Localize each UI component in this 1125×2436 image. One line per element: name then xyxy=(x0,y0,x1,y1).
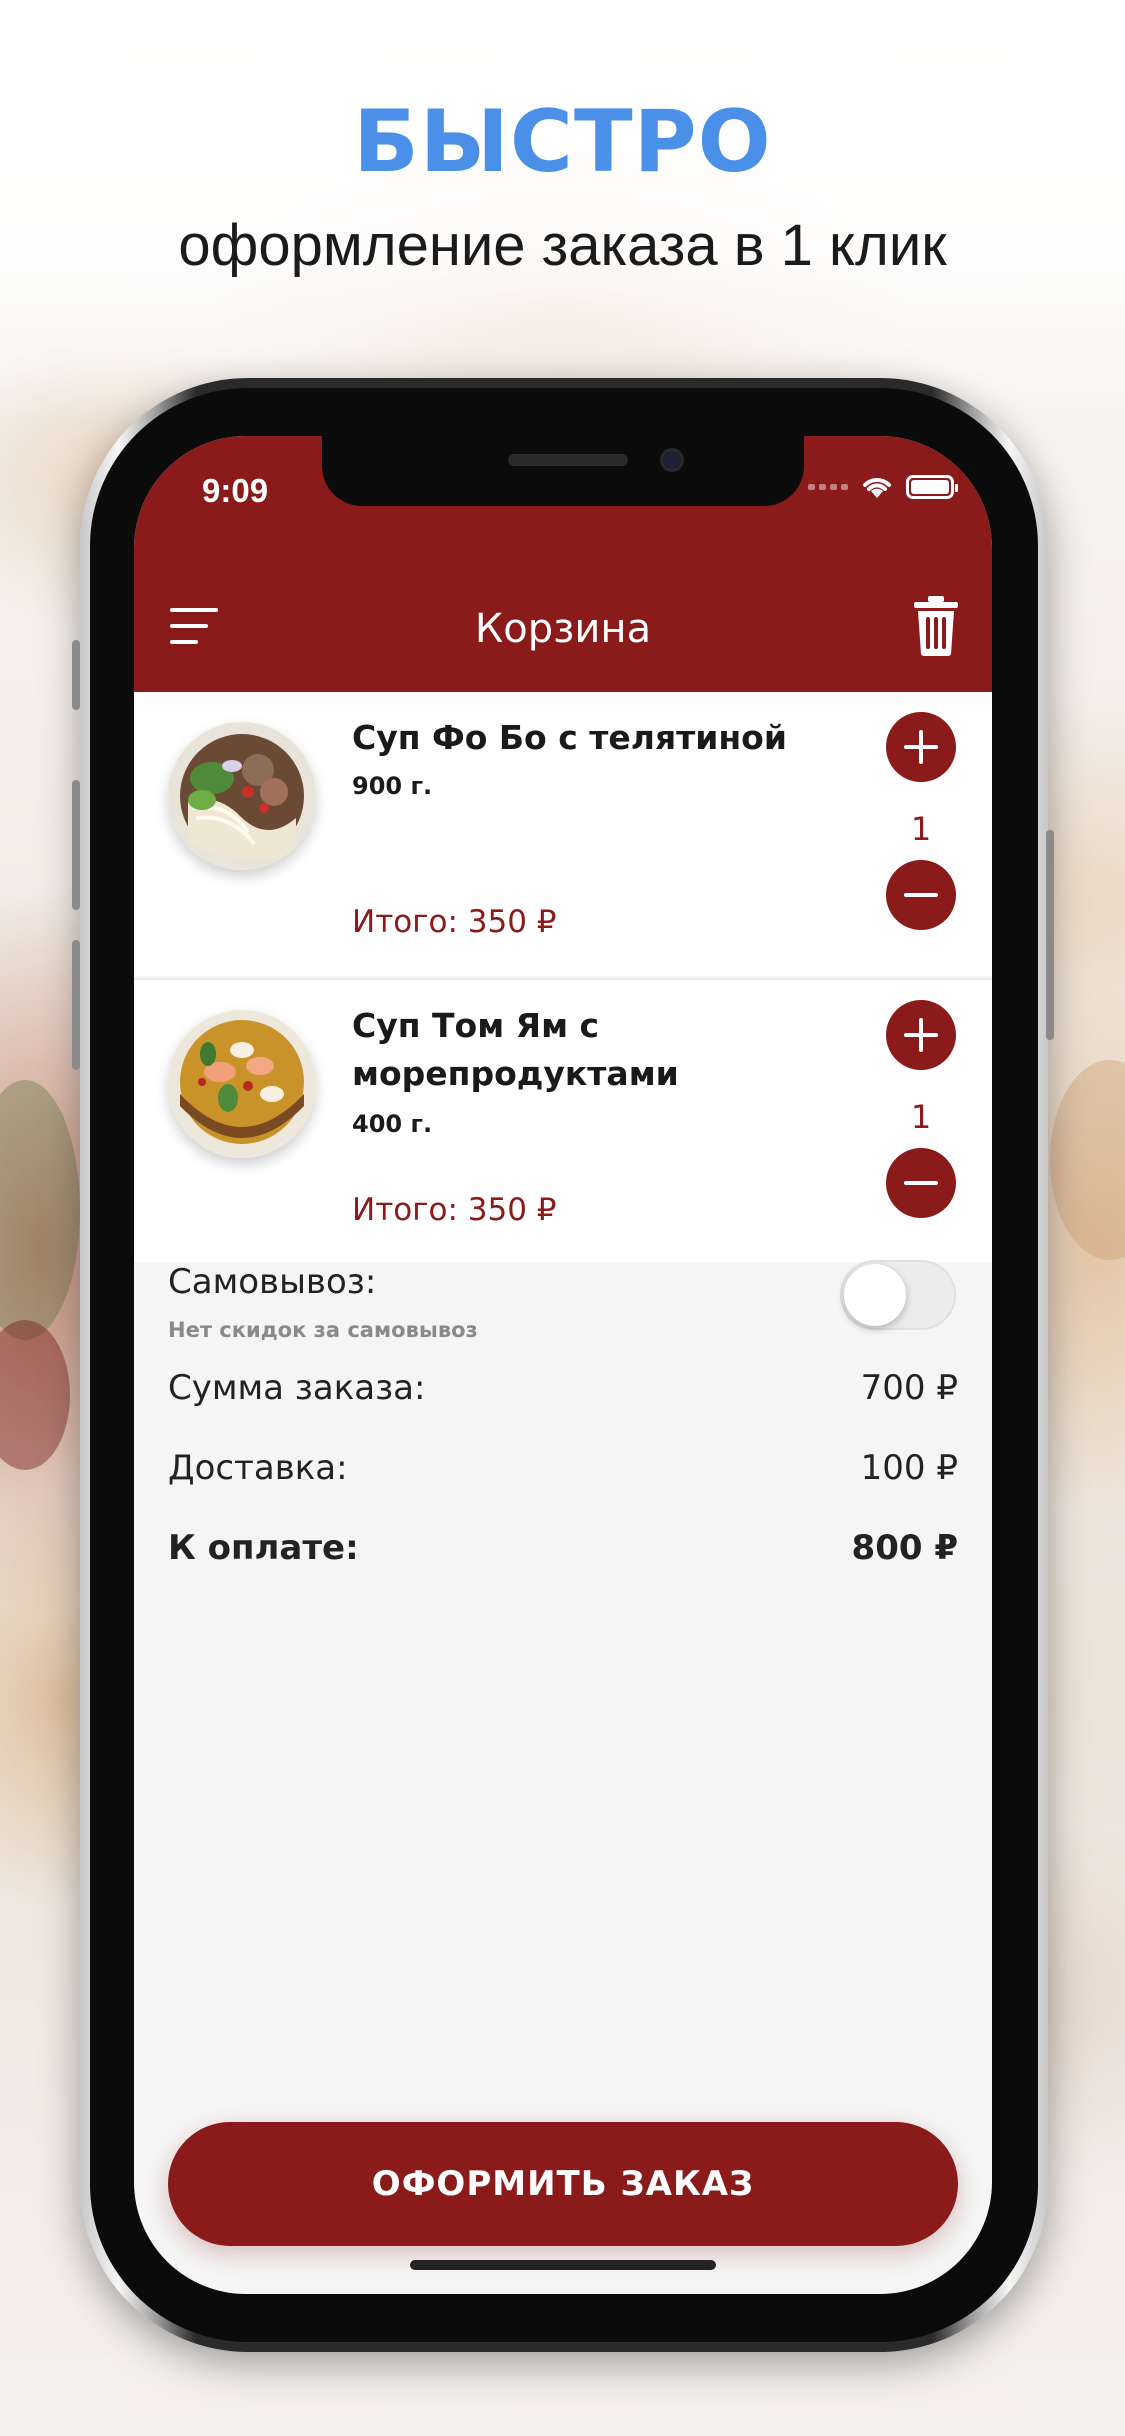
decrease-quantity-button[interactable] xyxy=(886,1148,956,1218)
dish-name: Суп Том Ям с морепродуктами xyxy=(352,1006,679,1093)
promo-subline: оформление заказа в 1 клик xyxy=(178,213,947,278)
pickup-note: Нет скидок за самовывоз xyxy=(168,1318,478,1342)
dish-weight: 400 г. xyxy=(352,1110,433,1138)
delivery-label: Доставка: xyxy=(168,1448,348,1488)
pickup-toggle[interactable] xyxy=(840,1260,956,1330)
phone-volume-up xyxy=(72,780,80,910)
top-fade xyxy=(0,0,1125,420)
order-sum-value: 700 ₽ xyxy=(860,1368,958,1408)
nav-bar: Корзина xyxy=(134,560,992,692)
status-icons xyxy=(808,474,958,500)
cart-item: Суп Том Ям с морепродуктами 400 г. Итого… xyxy=(134,978,992,1262)
dish-weight: 900 г. xyxy=(352,772,433,800)
quantity-value: 1 xyxy=(910,810,932,848)
delivery-row: Доставка: 100 ₽ xyxy=(168,1448,958,1488)
dish-total: Итого: 350 ₽ xyxy=(352,904,557,940)
promo-headline: БЫСТРО xyxy=(353,92,772,192)
to-pay-label: К оплате: xyxy=(168,1528,359,1568)
dish-total: Итого: 350 ₽ xyxy=(352,1192,557,1228)
trash-icon[interactable] xyxy=(908,594,964,658)
phone-mute-switch xyxy=(72,640,80,710)
status-time: 9:09 xyxy=(202,472,269,509)
to-pay-value: 800 ₽ xyxy=(851,1528,958,1568)
order-sum-row: Сумма заказа: 700 ₽ xyxy=(168,1368,958,1408)
home-indicator xyxy=(410,2260,716,2270)
dish-image-tom-yam xyxy=(168,1010,316,1158)
battery-icon xyxy=(906,475,958,499)
pickup-label: Самовывоз: xyxy=(168,1262,377,1302)
decrease-quantity-button[interactable] xyxy=(886,860,956,930)
phone-power-button xyxy=(1046,830,1054,1040)
background-herb xyxy=(0,1080,80,1340)
cellular-signal-icon xyxy=(808,484,848,490)
phone-volume-down xyxy=(72,940,80,1070)
toggle-knob xyxy=(844,1264,906,1326)
cart-item: Суп Фо Бо с телятиной 900 г. Итого: 350 … xyxy=(134,692,992,976)
nav-title: Корзина xyxy=(474,606,652,652)
to-pay-row: К оплате: 800 ₽ xyxy=(168,1528,958,1568)
delivery-value: 100 ₽ xyxy=(860,1448,958,1488)
quantity-value: 1 xyxy=(910,1098,932,1136)
notch xyxy=(322,436,804,506)
dish-name: Суп Фо Бо с телятиной xyxy=(352,718,787,757)
increase-quantity-button[interactable] xyxy=(886,1000,956,1070)
wifi-icon xyxy=(863,478,891,498)
phone-screen: 9:09 Корзина Суп Фо Бо с телятиной 900 г… xyxy=(134,436,992,2294)
dish-image-pho-bo xyxy=(168,722,316,870)
front-camera xyxy=(660,448,684,472)
status-bar: 9:09 xyxy=(134,436,992,560)
speaker-grille xyxy=(508,454,628,466)
background-tomato xyxy=(0,1320,70,1470)
checkout-button[interactable]: ОФОРМИТЬ ЗАКАЗ xyxy=(168,2122,958,2246)
order-sum-label: Сумма заказа: xyxy=(168,1368,426,1408)
increase-quantity-button[interactable] xyxy=(886,712,956,782)
background-crust xyxy=(1050,1060,1125,1260)
